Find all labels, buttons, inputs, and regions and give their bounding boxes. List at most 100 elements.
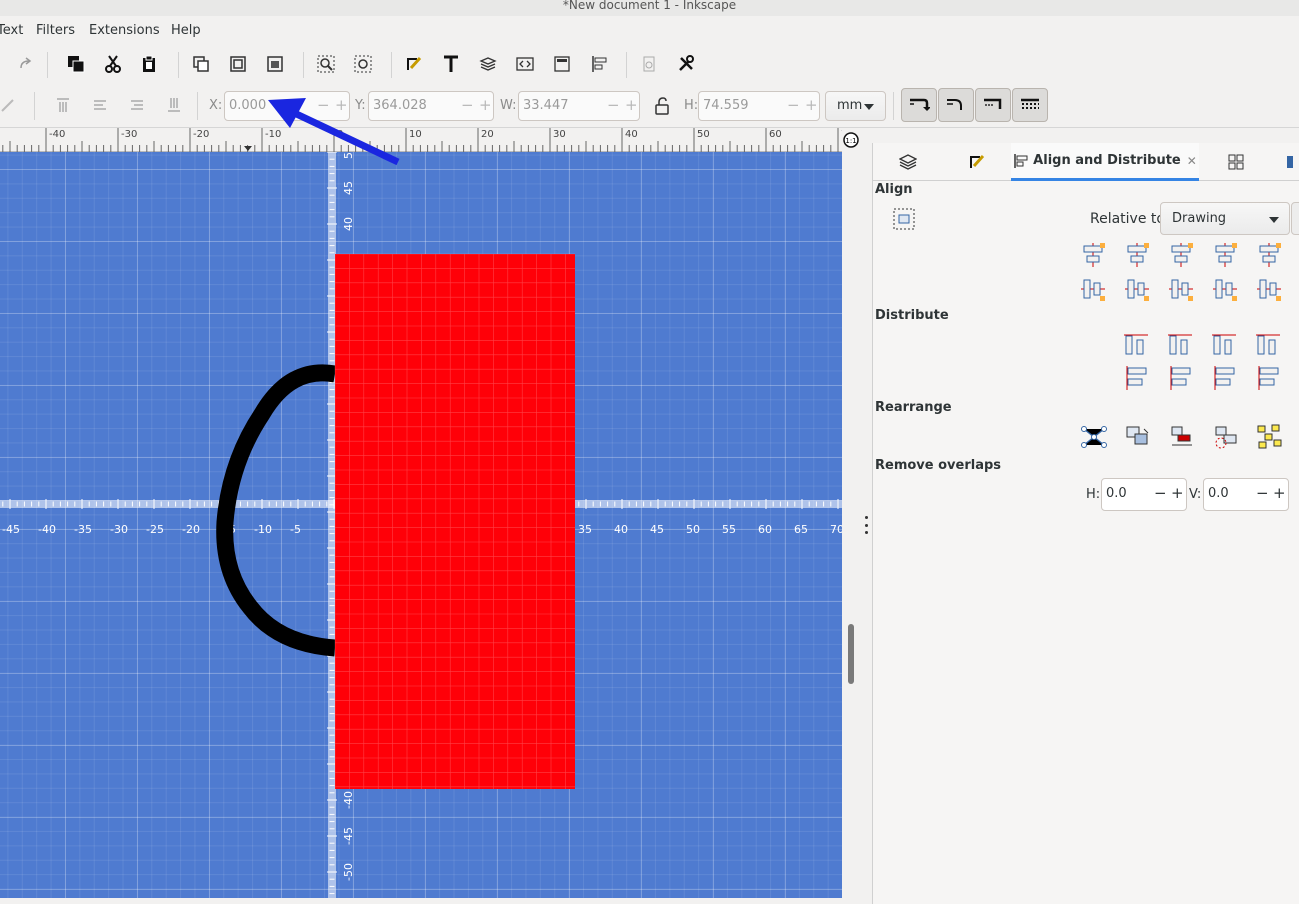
distribute-centers-v-icon[interactable] (1167, 365, 1195, 395)
align-top-to-bottom-icon[interactable] (1255, 275, 1283, 305)
w-decrement[interactable]: − (607, 96, 620, 114)
panel-resize-handle[interactable] (860, 512, 872, 538)
y-decrement[interactable]: − (461, 96, 474, 114)
distribute-top-edges-icon[interactable] (1123, 365, 1151, 395)
distribute-centers-h-icon[interactable] (1167, 331, 1195, 361)
black-arc[interactable] (216, 364, 337, 657)
menu-text[interactable]: Text (0, 23, 23, 38)
preferences-icon[interactable] (673, 51, 699, 77)
relative-to-extra-button[interactable] (1291, 202, 1299, 235)
paste-size-icon[interactable] (262, 51, 288, 77)
overlap-h-decrement[interactable]: − (1154, 484, 1167, 502)
transform-gradients-toggle[interactable] (975, 88, 1011, 122)
paste-icon[interactable] (136, 51, 162, 77)
tab-fill-stroke[interactable] (943, 143, 1011, 181)
rotate-icon[interactable] (0, 92, 20, 118)
raise-icon[interactable] (87, 92, 113, 118)
tab-more[interactable] (1273, 143, 1299, 181)
align-left-edges-icon[interactable] (1123, 241, 1151, 271)
distribute-gaps-v-icon[interactable] (1255, 365, 1283, 395)
align-right-edges-icon[interactable] (1211, 241, 1239, 271)
tab-align-distribute[interactable]: Align and Distribute ✕ (1011, 143, 1199, 181)
layers-icon[interactable] (475, 51, 501, 77)
paste-in-place-icon[interactable] (225, 51, 251, 77)
transform-patterns-icon (1021, 98, 1039, 109)
relative-to-select[interactable]: Drawing (1160, 202, 1290, 235)
menu-filters[interactable]: Filters (36, 23, 75, 38)
randomize-positions-icon[interactable] (1256, 423, 1284, 453)
align-tab-icon (1014, 153, 1028, 168)
lock-ratio-icon[interactable] (649, 93, 675, 119)
text-font-icon[interactable] (438, 51, 464, 77)
align-distribute-icon[interactable] (586, 51, 612, 77)
raise-to-top-icon[interactable] (50, 92, 76, 118)
align-right-to-left-icon[interactable] (1079, 241, 1107, 271)
treat-as-group-icon[interactable] (893, 208, 915, 230)
overlap-v-label: V: (1189, 487, 1202, 502)
canvas-ruler-label: -20 (182, 523, 200, 536)
exchange-z-order-icon[interactable] (1168, 423, 1196, 453)
overlap-v-increment[interactable]: + (1273, 484, 1286, 502)
w-increment[interactable]: + (625, 96, 638, 114)
align-bottom-edges-icon[interactable] (1211, 275, 1239, 305)
graph-layout-icon[interactable] (1080, 423, 1108, 453)
fill-stroke-icon[interactable] (401, 51, 427, 77)
align-left-to-right-icon[interactable] (1255, 241, 1283, 271)
distribute-gaps-h-icon[interactable] (1255, 331, 1283, 361)
overlap-v-field[interactable]: 0.0 − + (1203, 478, 1289, 511)
scale-stroke-toggle[interactable] (901, 88, 937, 122)
menu-extensions[interactable]: Extensions (89, 23, 160, 38)
w-field[interactable]: 33.447 − + (518, 91, 640, 121)
zoom-selection-icon[interactable] (313, 51, 339, 77)
tab-close-icon[interactable]: ✕ (1187, 154, 1197, 168)
vertical-scrollbar[interactable] (842, 152, 860, 898)
canvas-ruler-label: -10 (254, 523, 272, 536)
align-bottom-to-top-icon[interactable] (1079, 275, 1107, 305)
align-centers-horizontal-icon[interactable] (1167, 275, 1195, 305)
y-increment[interactable]: + (479, 96, 492, 114)
distribute-right-edges-icon[interactable] (1211, 331, 1239, 361)
duplicate-icon[interactable] (63, 51, 89, 77)
h-increment[interactable]: + (805, 96, 818, 114)
h-field[interactable]: 74.559 − + (698, 91, 820, 121)
overlap-v-decrement[interactable]: − (1256, 484, 1269, 502)
scale-corners-toggle[interactable] (938, 88, 974, 122)
canvas-ruler-label: -5 (290, 523, 301, 536)
redo-icon[interactable] (13, 51, 39, 77)
exchange-positions-icon[interactable] (1124, 423, 1152, 453)
align-top-edges-icon[interactable] (1123, 275, 1151, 305)
transform-patterns-toggle[interactable] (1012, 88, 1048, 122)
menu-help[interactable]: Help (171, 23, 201, 38)
cut-icon[interactable] (100, 51, 126, 77)
align-centers-vertical-icon[interactable] (1167, 241, 1195, 271)
tab-layers[interactable] (873, 143, 943, 181)
exchange-clockwise-icon[interactable] (1212, 423, 1240, 453)
ruler-label: 40 (625, 129, 638, 140)
unit-select[interactable]: mm (825, 91, 886, 121)
align-row-horizontal (1079, 239, 1299, 273)
lower-icon[interactable] (124, 92, 150, 118)
scrollbar-thumb[interactable] (848, 624, 854, 684)
distribute-left-edges-icon[interactable] (1123, 331, 1151, 361)
distribute-bottom-edges-icon[interactable] (1211, 365, 1239, 395)
rearrange-heading: Rearrange (875, 400, 952, 415)
zoom-correction-icon[interactable]: 1:1 (842, 130, 860, 150)
scale-corners-icon (947, 99, 962, 110)
print-preview-icon[interactable] (636, 51, 662, 77)
red-rectangle[interactable] (335, 254, 575, 789)
menu-bar: Text Filters Extensions Help (0, 16, 1299, 46)
objects-tab-icon (1228, 154, 1244, 169)
drawing-canvas[interactable]: -45 -40 -35 -30 -25 -20 -15 -10 -5 35 40 45 50 55 60 65… (0, 152, 842, 898)
tab-objects[interactable] (1199, 143, 1273, 181)
lower-to-bottom-icon[interactable] (161, 92, 187, 118)
canvas-ruler-label: 50 (686, 523, 700, 536)
h-decrement[interactable]: − (787, 96, 800, 114)
horizontal-ruler-ticks: -40-30-20-10010203040506070 (2, 128, 854, 152)
overlap-h-increment[interactable]: + (1171, 484, 1184, 502)
canvas-ruler-label: -45 (342, 827, 355, 845)
overlap-h-field[interactable]: 0.0 − + (1101, 478, 1187, 511)
copy-icon[interactable] (188, 51, 214, 77)
zoom-drawing-icon[interactable] (350, 51, 376, 77)
xml-editor-icon[interactable] (512, 51, 538, 77)
document-properties-icon[interactable] (549, 51, 575, 77)
